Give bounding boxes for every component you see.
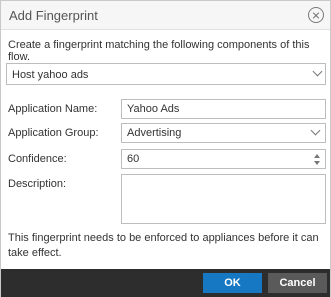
enforcement-note: This fingerprint needs to be enforced to… [8,232,319,259]
stepper-down-icon[interactable] [314,161,320,165]
app-name-value: Yahoo Ads [127,103,180,115]
chevron-down-icon [312,66,323,77]
description-label: Description: [8,178,67,190]
flow-component-select[interactable]: Host yahoo ads [6,63,326,85]
dialog-header: Add Fingerprint [1,1,330,30]
intro-text: Create a fingerprint matching the follow… [8,39,310,63]
ok-button[interactable]: OK [203,273,262,293]
app-name-label: Application Name: [8,103,98,115]
app-group-label: Application Group: [8,127,99,139]
cancel-button[interactable]: Cancel [268,273,327,293]
dialog-title: Add Fingerprint [9,8,98,23]
app-name-field[interactable]: Yahoo Ads [121,99,326,119]
app-group-value: Advertising [127,127,182,139]
flow-component-value: Host yahoo ads [12,69,89,81]
dialog-footer: OK Cancel [1,269,330,297]
add-fingerprint-dialog: Add Fingerprint Create a fingerprint mat… [0,0,331,297]
confidence-label: Confidence: [8,153,67,165]
confidence-value: 60 [127,153,140,165]
app-group-select[interactable]: Advertising [121,123,326,143]
description-field[interactable] [121,174,326,224]
confidence-stepper[interactable]: 60 [121,149,326,169]
stepper-up-icon[interactable] [314,154,320,158]
close-icon[interactable] [308,7,324,23]
chevron-down-icon [310,125,321,136]
